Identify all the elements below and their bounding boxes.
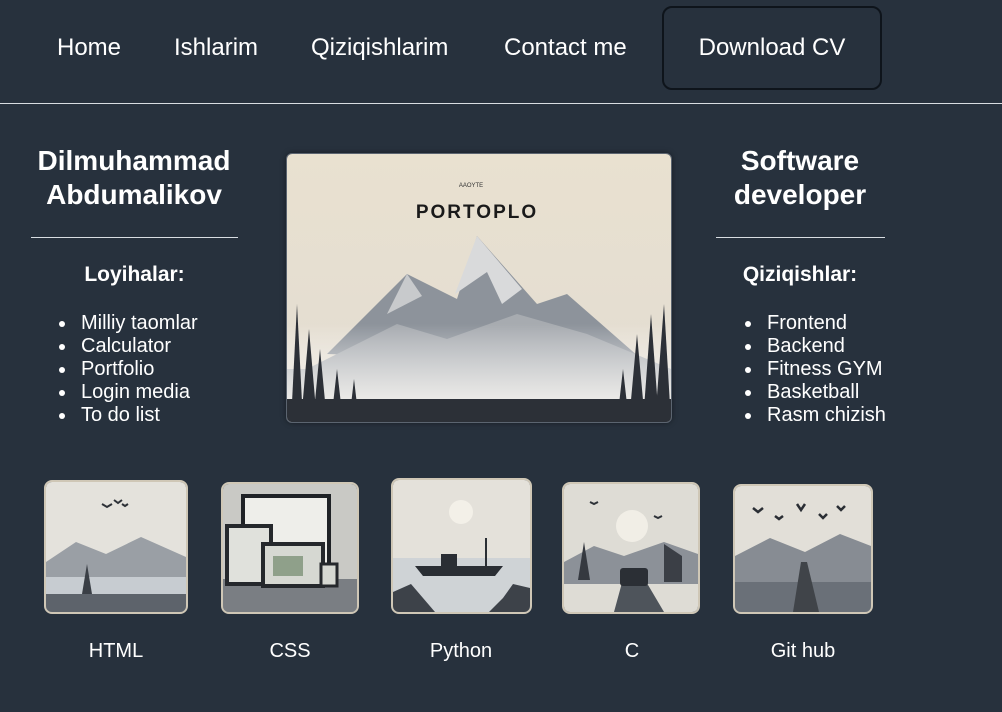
interests-list: Frontend Backend Fitness GYM Basketball …: [737, 312, 937, 427]
html-label: HTML: [88, 640, 144, 662]
profession-line1: Software: [740, 145, 860, 176]
top-nav: Home Ishlarim Qiziqishlarim Contact me D…: [0, 0, 1002, 104]
interests-heading: Qiziqishlar:: [742, 263, 858, 286]
nav-qiziqishlarim-link[interactable]: Qiziqishlarim: [311, 34, 448, 62]
list-item: Calculator: [51, 335, 251, 358]
ship-sea-illustration: [393, 480, 530, 612]
lake-landscape-illustration: [46, 482, 186, 612]
left-divider: [31, 237, 238, 238]
picture-frames-illustration: [223, 484, 357, 612]
profession-title: Software developer: [700, 144, 900, 212]
python-thumbnail[interactable]: [391, 478, 532, 614]
owner-last-name: Abdumalikov: [46, 179, 222, 210]
list-item: Fitness GYM: [737, 358, 937, 381]
projects-list: Milliy taomlar Calculator Portfolio Logi…: [51, 312, 251, 427]
road-car-illustration: [564, 484, 698, 612]
list-item: Rasm chizish: [737, 404, 937, 427]
owner-name: Dilmuhammad Abdumalikov: [22, 144, 246, 212]
nav-ishlarim-link[interactable]: Ishlarim: [174, 34, 258, 62]
list-item: Backend: [737, 335, 937, 358]
c-label: C: [624, 640, 640, 662]
c-thumbnail[interactable]: [562, 482, 700, 614]
nav-home-link[interactable]: Home: [57, 34, 121, 62]
css-label: CSS: [269, 640, 311, 662]
list-item: Login media: [51, 381, 251, 404]
hero-small-caption: AAOYTE: [459, 183, 483, 189]
css-thumbnail[interactable]: [221, 482, 359, 614]
right-divider: [716, 237, 885, 238]
list-item: Portfolio: [51, 358, 251, 381]
list-item: Frontend: [737, 312, 937, 335]
html-thumbnail[interactable]: [44, 480, 188, 614]
github-label: Git hub: [770, 640, 836, 662]
owner-first-name: Dilmuhammad: [37, 145, 231, 176]
list-item: To do list: [51, 404, 251, 427]
list-item: Milliy taomlar: [51, 312, 251, 335]
mountain-poster-illustration: AAOYTE PORTOPLO: [287, 154, 671, 422]
highway-birds-illustration: [735, 486, 871, 612]
portfolio-hero-image: AAOYTE PORTOPLO: [286, 153, 672, 423]
download-cv-button[interactable]: Download CV: [662, 6, 882, 90]
hero-title: PORTOPLO: [416, 202, 538, 223]
python-label: Python: [429, 640, 493, 662]
nav-contact-link[interactable]: Contact me: [504, 34, 627, 62]
projects-heading: Loyihalar:: [84, 263, 185, 286]
list-item: Basketball: [737, 381, 937, 404]
github-thumbnail[interactable]: [733, 484, 873, 614]
profession-line2: developer: [733, 179, 867, 210]
